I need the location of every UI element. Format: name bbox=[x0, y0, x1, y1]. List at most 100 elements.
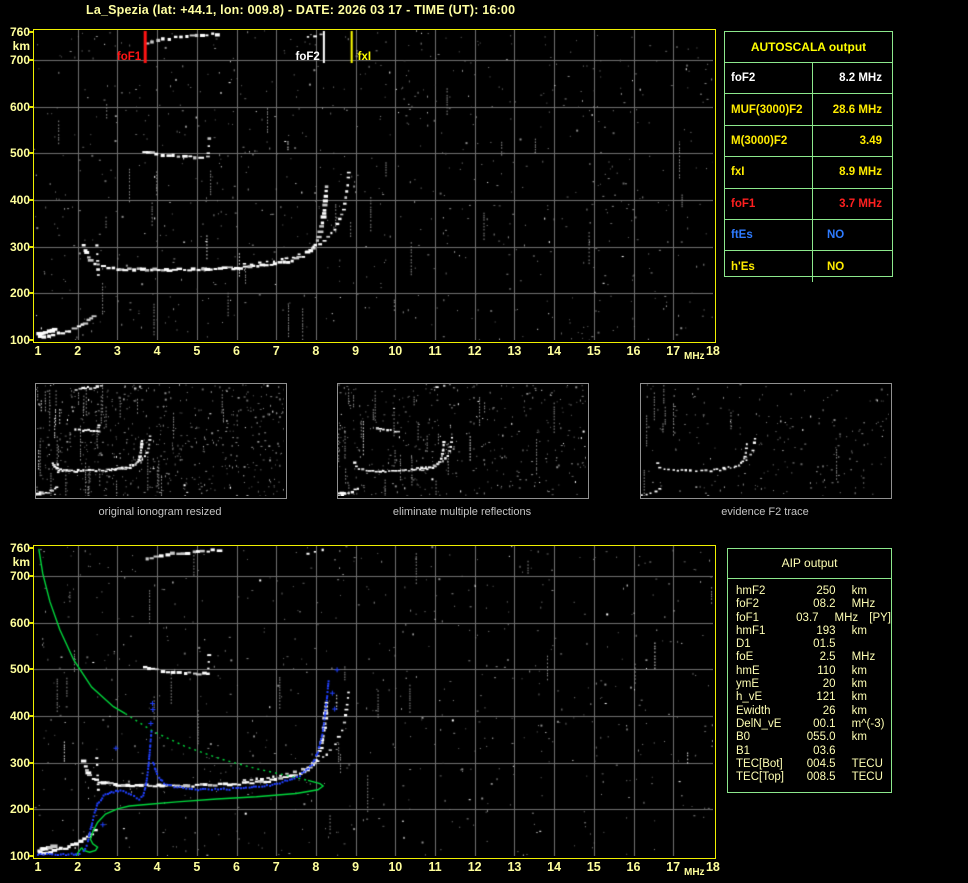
aip-row: h_vE 121 km bbox=[736, 691, 891, 704]
y-axis-tick bbox=[29, 715, 33, 717]
x-axis-unit-label: MHz bbox=[684, 867, 705, 878]
x-axis-label: 2 bbox=[74, 344, 82, 358]
aip-param-value: 08.2 bbox=[813, 598, 836, 611]
aip-param-name: ymE bbox=[736, 678, 759, 691]
autoscala-row: foF1 3.7 MHz bbox=[725, 188, 892, 220]
x-axis-label: 7 bbox=[272, 344, 280, 358]
y-axis-tick bbox=[29, 152, 33, 155]
autoscala-row: foF2 8.2 MHz bbox=[725, 63, 892, 95]
autoscala-row: MUF(3000)F2 28.6 MHz bbox=[725, 94, 892, 126]
station-date-header: La_Spezia (lat: +44.1, lon: 009.8) - DAT… bbox=[86, 3, 516, 17]
x-axis-label: 11 bbox=[428, 860, 442, 874]
thumbnail-caption-f2: evidence F2 trace bbox=[721, 506, 809, 518]
autoscala-param-name: MUF(3000)F2 bbox=[725, 94, 813, 125]
autoscala-table-body: foF2 8.2 MHz MUF(3000)F2 28.6 MHz M(3000)F2 3… bbox=[725, 63, 892, 282]
aip-param-unit: km bbox=[851, 585, 867, 597]
autoscala-param-value: NO bbox=[827, 229, 845, 242]
thumbnail-original-ionogram bbox=[35, 383, 287, 499]
y-axis-label: 300 bbox=[9, 239, 30, 254]
y-axis-tick bbox=[29, 575, 33, 577]
y-axis-label: 100 bbox=[9, 849, 30, 863]
aip-row: Ewidth 26 km bbox=[736, 705, 891, 718]
aip-param-unit: m^(-3) bbox=[851, 717, 885, 730]
aip-param-name: B1 bbox=[736, 744, 751, 757]
aip-table-title: AIP output bbox=[728, 549, 891, 579]
y-axis-tick bbox=[29, 668, 33, 671]
aip-row: foE 2.5 MHz bbox=[736, 651, 891, 664]
aip-param-unit: km bbox=[851, 704, 867, 717]
aip-param-unit: km bbox=[851, 678, 867, 691]
aip-row: ymE 20 km bbox=[736, 678, 891, 691]
y-axis-tick bbox=[29, 199, 33, 201]
x-axis-label: 3 bbox=[113, 860, 121, 874]
x-axis-label: 4 bbox=[153, 344, 161, 358]
aip-param-name: hmF2 bbox=[736, 585, 766, 597]
aip-param-value: 008.5 bbox=[806, 771, 836, 784]
y-axis-label: 700 bbox=[9, 53, 30, 67]
y-axis-tick bbox=[29, 105, 33, 108]
ionogram-canvas-top bbox=[34, 30, 713, 340]
y-axis-label: 600 bbox=[9, 615, 30, 630]
x-axis-label: 16 bbox=[626, 860, 641, 874]
autoscala-param-name: foF1 bbox=[725, 188, 813, 219]
aip-param-name: foE bbox=[736, 651, 754, 664]
aip-row: TEC[Top] 008.5 TECU bbox=[736, 771, 891, 784]
aip-param-value: 03.6 bbox=[813, 744, 836, 757]
aip-param-flag: [PY] bbox=[869, 611, 891, 624]
y-axis-label: 500 bbox=[9, 146, 30, 161]
autoscala-param-value: 28.6 MHz bbox=[832, 103, 882, 116]
x-axis-label: 2 bbox=[74, 860, 82, 874]
x-axis-label: 4 bbox=[153, 860, 161, 874]
autoscala-param-name: ftEs bbox=[725, 219, 813, 251]
y-axis-unit-label: km bbox=[12, 39, 30, 53]
y-axis-label: 760 bbox=[9, 541, 30, 555]
thumbnail-caption-original: original ionogram resized bbox=[98, 506, 222, 518]
x-axis-label: 13 bbox=[507, 344, 522, 358]
aip-param-value: 004.5 bbox=[806, 757, 836, 770]
aip-row: hmF2 250 km bbox=[736, 585, 891, 598]
autoscala-param-name: h'Es bbox=[725, 251, 813, 282]
y-axis-label: 300 bbox=[9, 755, 30, 770]
y-axis-label: 700 bbox=[9, 569, 30, 583]
aip-param-name: Ewidth bbox=[736, 704, 771, 717]
aip-param-value: 193 bbox=[816, 624, 836, 637]
x-axis-label: 14 bbox=[547, 860, 562, 874]
ionogram-plot-bottom bbox=[33, 545, 716, 859]
x-axis-label: 9 bbox=[352, 344, 360, 358]
x-axis-label: 9 bbox=[352, 860, 360, 874]
aip-row: hmF1 193 km bbox=[736, 625, 891, 638]
marker-label-foF2: foF2 bbox=[295, 51, 320, 63]
aip-output-table: AIP output hmF2 250 km foF2 08.2 MHz foF1 03.7 M… bbox=[727, 548, 892, 793]
autoscala-output-table: AUTOSCALA output foF2 8.2 MHz MUF(3000)F2 2… bbox=[724, 31, 893, 282]
ionogram-plot-top: foF1 foF2 fxI bbox=[33, 29, 716, 343]
autoscala-param-value: 3.49 bbox=[859, 134, 882, 147]
aip-param-value: 055.0 bbox=[806, 731, 836, 744]
x-axis-label: 6 bbox=[233, 344, 240, 358]
y-axis-tick bbox=[29, 59, 33, 61]
y-axis-tick bbox=[29, 761, 33, 764]
y-axis-label: 200 bbox=[9, 286, 30, 301]
autoscala-param-name: fxI bbox=[725, 157, 813, 188]
x-axis-label: 11 bbox=[428, 344, 442, 358]
y-axis-unit-label: km bbox=[12, 555, 30, 569]
thumbnail-evidence-f2 bbox=[640, 383, 892, 499]
aip-param-name: hmE bbox=[736, 664, 760, 677]
x-axis-label: 3 bbox=[113, 344, 121, 358]
x-axis-label: 17 bbox=[666, 344, 681, 358]
aip-table-body: hmF2 250 km foF2 08.2 MHz foF1 03.7 MHz [PY] hmF1 1… bbox=[728, 579, 891, 784]
x-axis-unit-label: MHz bbox=[684, 351, 705, 362]
y-axis-tick bbox=[29, 245, 33, 248]
x-axis-label: 12 bbox=[467, 344, 482, 358]
aip-row: B0 055.0 km bbox=[736, 731, 891, 744]
aip-param-unit: TECU bbox=[851, 771, 883, 784]
x-axis-label: 13 bbox=[507, 860, 522, 874]
aip-row: D1 01.5 bbox=[736, 638, 891, 651]
aip-param-value: 121 bbox=[816, 691, 836, 704]
aip-param-value: 20 bbox=[822, 678, 836, 691]
y-axis-tick bbox=[29, 547, 33, 549]
y-axis-label: 760 bbox=[9, 25, 30, 39]
autoscala-table-title: AUTOSCALA output bbox=[725, 32, 892, 63]
aip-param-unit: MHz bbox=[851, 598, 876, 611]
aip-param-unit: km bbox=[851, 691, 867, 704]
aip-param-unit bbox=[852, 638, 891, 651]
